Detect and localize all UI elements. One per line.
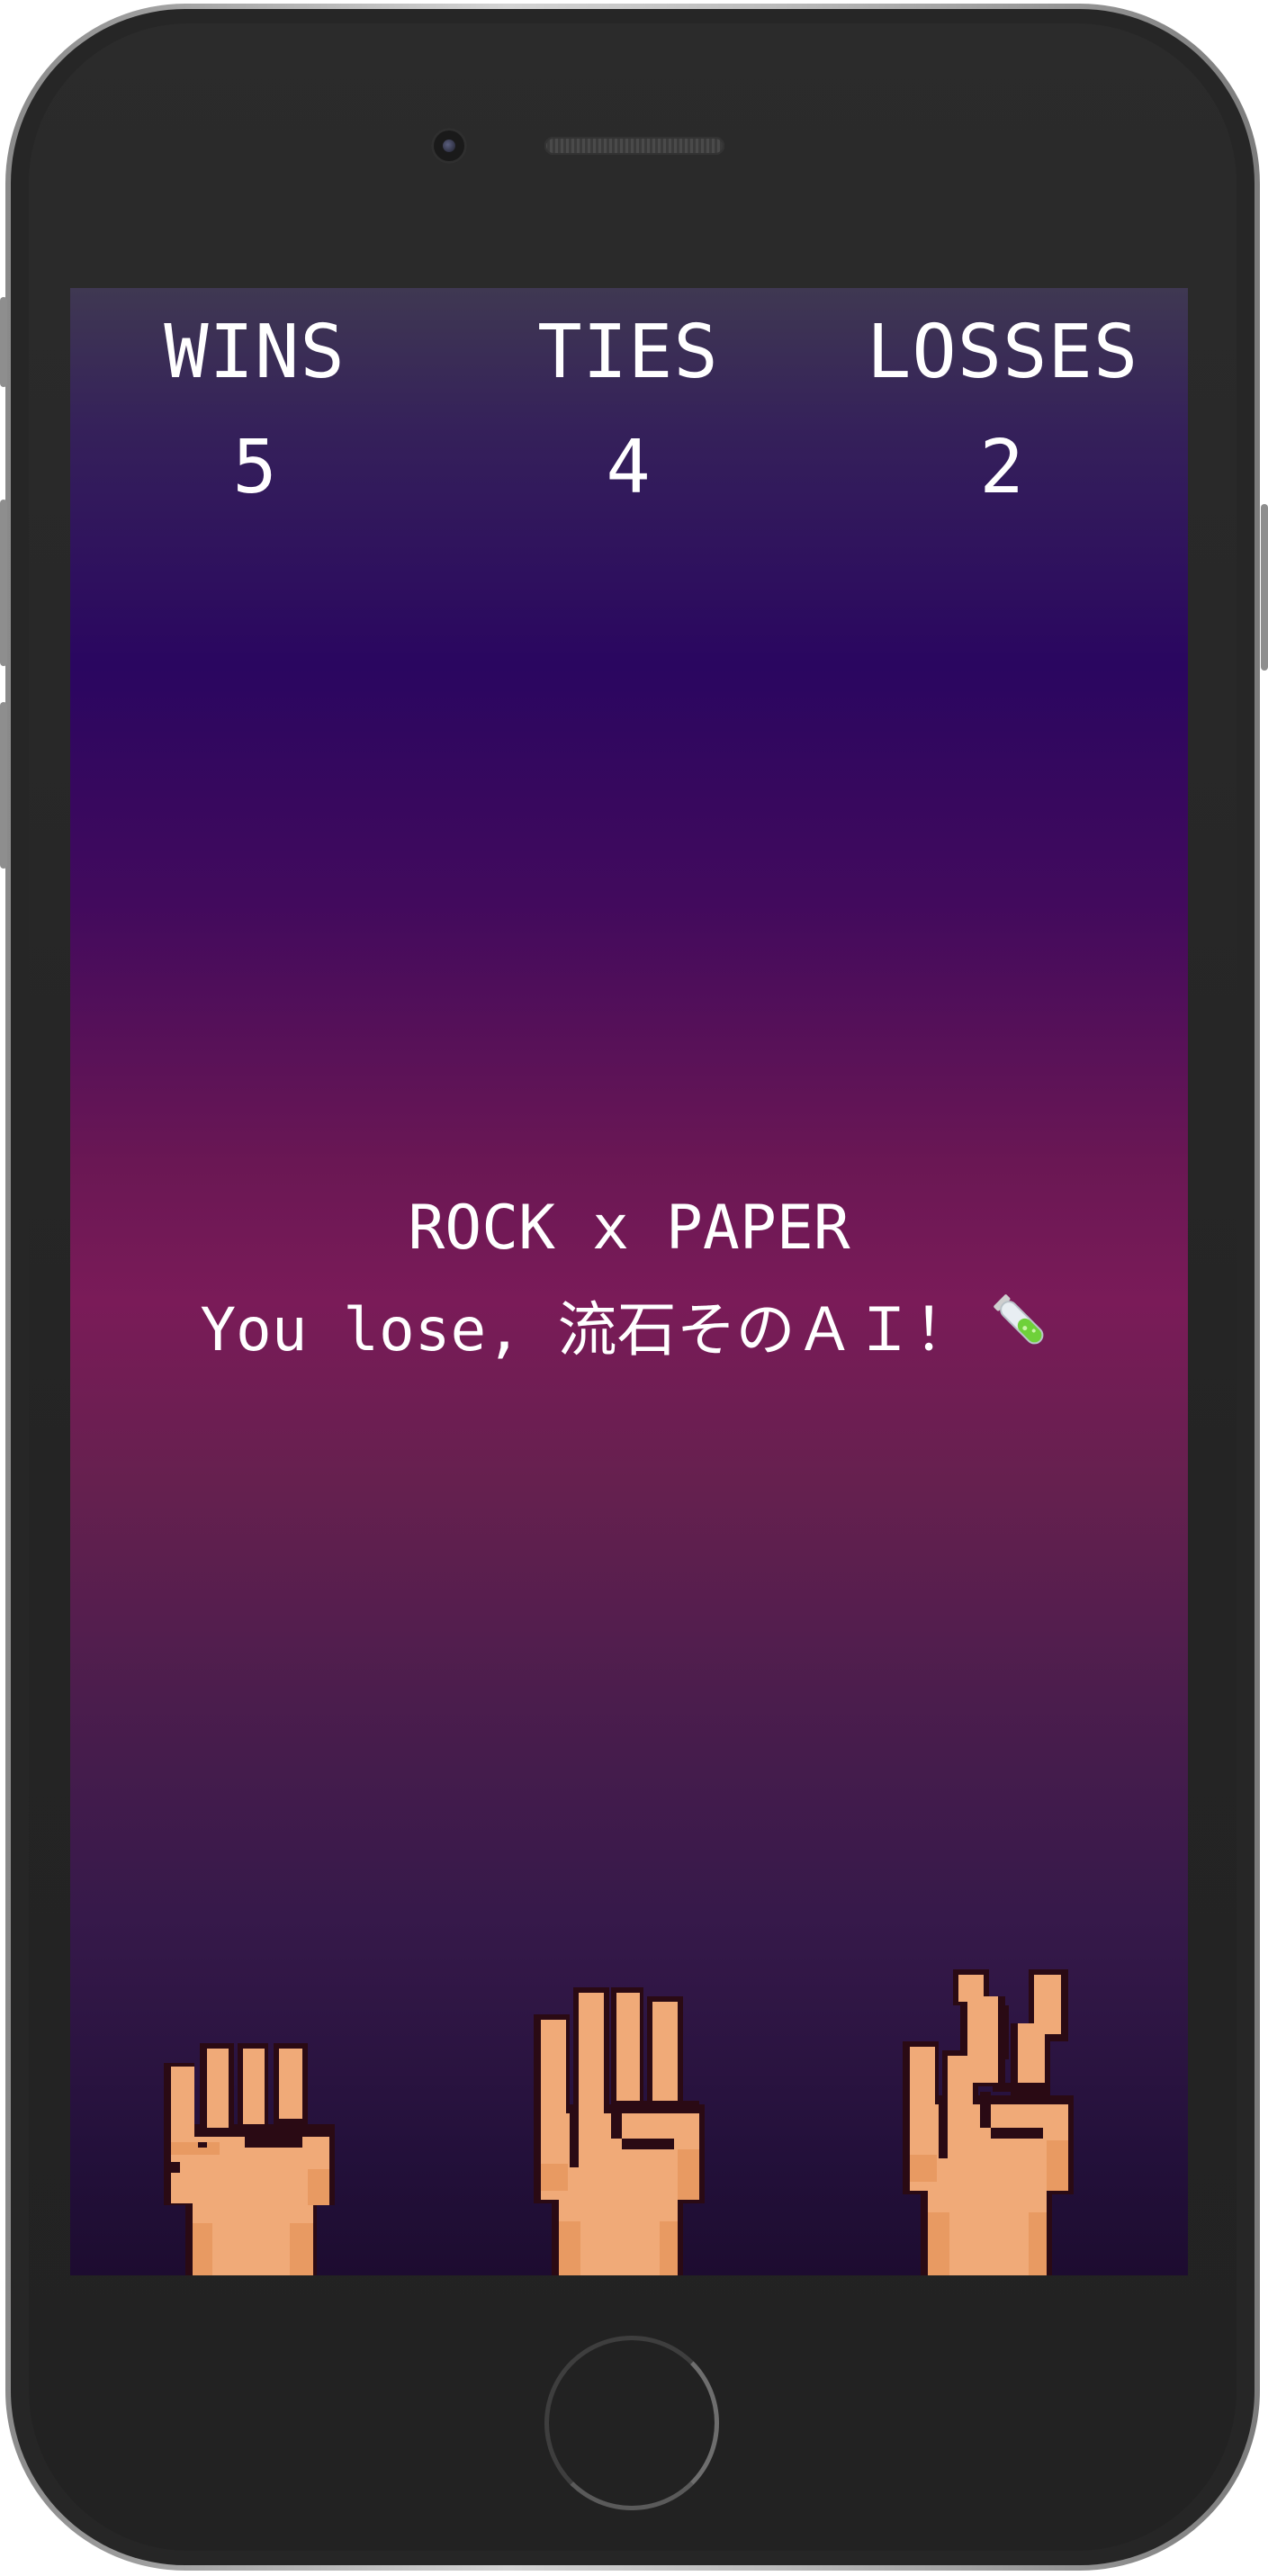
game-screen: WINS 5 TIES 4 LOSSES 2 ROCK x PAPER You … bbox=[70, 288, 1188, 2275]
losses-value: 2 bbox=[979, 425, 1024, 510]
home-button[interactable] bbox=[544, 2336, 719, 2510]
rock-fist-icon bbox=[164, 2043, 335, 2275]
losses-label: LOSSES bbox=[867, 310, 1139, 395]
scissors-hand-icon bbox=[903, 1969, 1074, 2275]
wins-label: WINS bbox=[164, 310, 346, 395]
paper-button[interactable] bbox=[534, 1987, 705, 2275]
scoreboard: WINS 5 TIES 4 LOSSES 2 bbox=[70, 288, 1188, 510]
mute-switch bbox=[0, 297, 7, 387]
volume-up-button bbox=[0, 500, 7, 666]
wins-value: 5 bbox=[232, 425, 277, 510]
matchup-text: ROCK x PAPER bbox=[408, 1193, 850, 1264]
result-message-row: You lose, 流石そのＡＩ！ bbox=[70, 1287, 1188, 1371]
rock-button[interactable] bbox=[164, 2043, 335, 2275]
paper-hand-icon bbox=[534, 1987, 705, 2275]
power-button bbox=[1261, 504, 1268, 671]
front-camera bbox=[431, 128, 467, 164]
scissors-button[interactable] bbox=[903, 1969, 1079, 2275]
test-tube-icon bbox=[993, 1294, 1044, 1345]
result-message: You lose, 流石そのＡＩ！ bbox=[200, 1295, 974, 1365]
earpiece-speaker bbox=[544, 137, 724, 155]
ties-label: TIES bbox=[537, 310, 719, 395]
ties-value: 4 bbox=[606, 425, 651, 510]
volume-down-button bbox=[0, 702, 7, 869]
